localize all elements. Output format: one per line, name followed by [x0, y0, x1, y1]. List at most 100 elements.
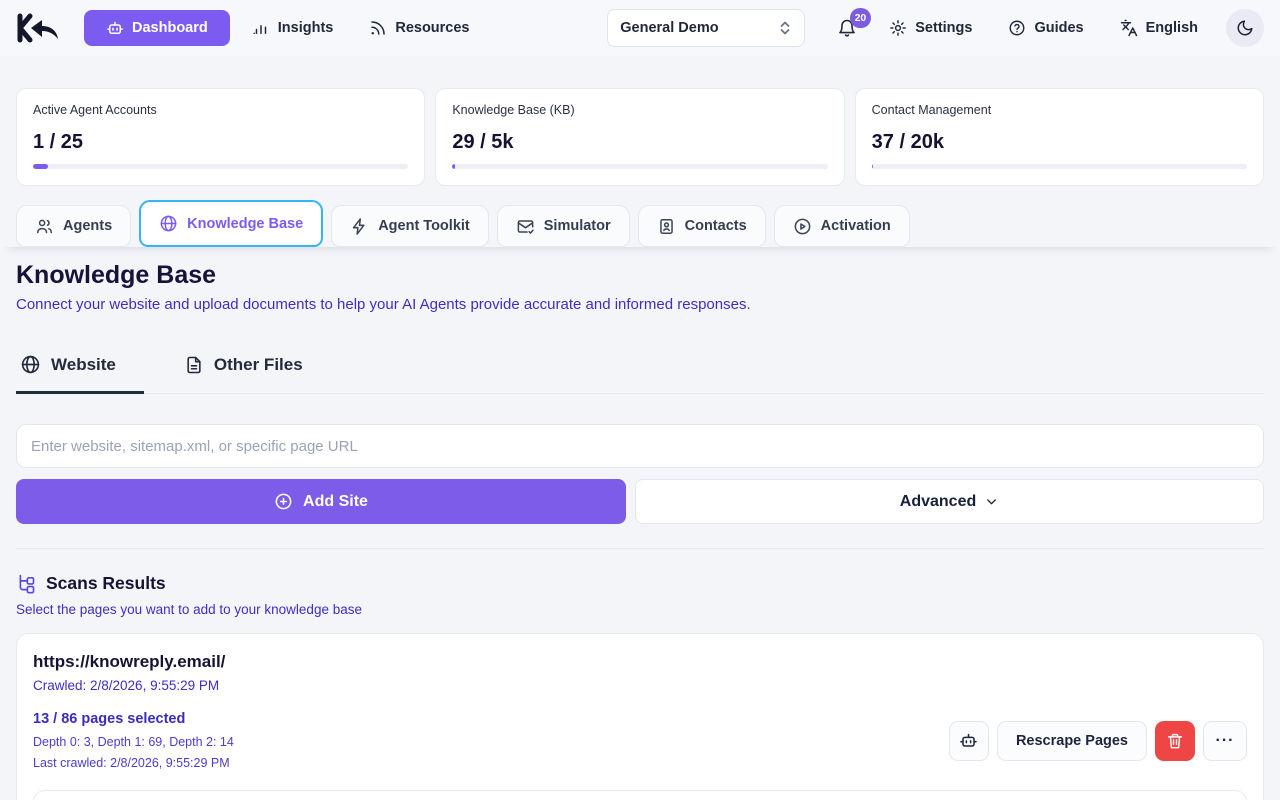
chevron-down-icon — [984, 494, 999, 509]
tab-label: Agents — [63, 218, 112, 234]
scanned-pages-panel: Transform Your No-Reply Emails with AI |… — [33, 790, 1247, 800]
advanced-label: Advanced — [900, 493, 976, 511]
tab-contacts[interactable]: Contacts — [638, 205, 766, 247]
nav-resources-label: Resources — [395, 20, 469, 36]
bar-chart-icon — [252, 19, 270, 37]
progress-track — [452, 164, 827, 169]
add-site-button[interactable]: Add Site — [16, 479, 626, 524]
stat-label: Knowledge Base (KB) — [452, 103, 827, 117]
subtab-label: Other Files — [214, 355, 303, 375]
progress-track — [33, 164, 408, 169]
site-info-row: 13 / 86 pages selected Depth 0: 3, Depth… — [33, 711, 1247, 770]
navbar: Dashboard Insights Resources General Dem… — [0, 0, 1280, 56]
subtab-website[interactable]: Website — [16, 342, 144, 394]
robot-icon — [106, 19, 124, 37]
reply-arrow-icon — [31, 20, 58, 39]
progress-fill — [452, 164, 455, 169]
mail-check-icon — [516, 217, 535, 236]
zap-icon — [350, 217, 369, 236]
nav-insights[interactable]: Insights — [238, 11, 348, 45]
site-url: https://knowreply.email/ — [33, 652, 1247, 672]
gear-icon — [889, 19, 907, 37]
main-tabs-wrap: Agents Knowledge Base Agent Toolkit — [0, 200, 1280, 247]
advanced-button[interactable]: Advanced — [635, 479, 1264, 524]
scans-results-subtitle: Select the pages you want to add to your… — [16, 602, 1264, 617]
more-options-button[interactable]: ··· — [1203, 721, 1247, 761]
nav-guides[interactable]: Guides — [994, 11, 1097, 45]
tab-agent-toolkit[interactable]: Agent Toolkit — [331, 205, 489, 247]
contact-card-icon — [657, 217, 676, 236]
tab-knowledge-base[interactable]: Knowledge Base — [139, 200, 323, 247]
help-circle-icon — [1008, 19, 1026, 37]
main-content: Knowledge Base Connect your website and … — [0, 261, 1280, 800]
nav-settings[interactable]: Settings — [875, 11, 986, 45]
app-root: Dashboard Insights Resources General Dem… — [0, 0, 1280, 800]
tab-activation[interactable]: Activation — [774, 205, 910, 247]
play-circle-icon — [793, 217, 812, 236]
scanned-site-card: https://knowreply.email/ Crawled: 2/8/20… — [16, 633, 1264, 800]
file-text-icon — [184, 355, 204, 375]
page-subtitle: Connect your website and upload document… — [16, 296, 1264, 313]
globe-icon — [159, 214, 178, 233]
chevron-up-down-icon — [778, 20, 792, 36]
workspace-select-value: General Demo — [620, 20, 718, 36]
site-selection-info: 13 / 86 pages selected Depth 0: 3, Depth… — [33, 711, 234, 770]
scans-results-header: Scans Results — [16, 573, 1264, 594]
languages-icon — [1120, 19, 1138, 37]
page-title: Knowledge Base — [16, 261, 1264, 290]
last-crawled-date: Last crawled: 2/8/2026, 9:55:29 PM — [33, 756, 234, 770]
list-tree-icon — [16, 573, 37, 594]
stat-card-agents: Active Agent Accounts 1 / 25 — [16, 88, 425, 186]
stats-row: Active Agent Accounts 1 / 25 Knowledge B… — [0, 56, 1280, 186]
progress-track — [872, 164, 1247, 169]
nav-insights-label: Insights — [278, 20, 334, 36]
tab-label: Contacts — [685, 218, 747, 234]
rescrape-pages-button[interactable]: Rescrape Pages — [997, 721, 1147, 761]
tab-agents[interactable]: Agents — [16, 205, 131, 247]
notifications-badge: 20 — [850, 8, 872, 28]
stat-label: Active Agent Accounts — [33, 103, 408, 117]
progress-fill — [872, 164, 874, 169]
stat-value: 29 / 5k — [452, 131, 827, 154]
section-divider — [16, 548, 1264, 549]
subtab-label: Website — [51, 355, 116, 375]
tab-label: Simulator — [544, 218, 611, 234]
nav-language[interactable]: English — [1106, 11, 1212, 45]
agent-assign-button[interactable] — [949, 721, 989, 761]
rss-icon — [369, 19, 387, 37]
globe-icon — [20, 354, 41, 375]
site-card-actions: Rescrape Pages ··· — [949, 721, 1247, 761]
kb-subtabs: Website Other Files — [16, 341, 1264, 394]
actions-row: Add Site Advanced — [16, 479, 1264, 524]
knowreply-logo[interactable] — [16, 13, 62, 43]
tab-simulator[interactable]: Simulator — [497, 205, 630, 247]
nav-resources[interactable]: Resources — [355, 11, 483, 45]
stat-card-kb: Knowledge Base (KB) 29 / 5k — [435, 88, 844, 186]
workspace-select[interactable]: General Demo — [607, 9, 805, 47]
depth-breakdown: Depth 0: 3, Depth 1: 69, Depth 2: 14 — [33, 735, 234, 749]
notifications-button[interactable]: 20 — [827, 12, 867, 44]
nav-settings-label: Settings — [915, 20, 972, 36]
stat-label: Contact Management — [872, 103, 1247, 117]
main-tabstrip: Agents Knowledge Base Agent Toolkit — [0, 200, 1280, 247]
tab-label: Knowledge Base — [187, 216, 303, 232]
delete-site-button[interactable] — [1155, 721, 1195, 761]
subtab-other-files[interactable]: Other Files — [180, 342, 331, 394]
add-site-label: Add Site — [303, 493, 368, 511]
pages-selected-count: 13 / 86 pages selected — [33, 711, 234, 727]
stat-value: 1 / 25 — [33, 131, 408, 154]
nav-language-label: English — [1146, 20, 1198, 36]
users-icon — [35, 217, 54, 236]
tab-label: Activation — [821, 218, 891, 234]
trash-icon — [1166, 732, 1184, 750]
website-url-input[interactable] — [16, 424, 1264, 468]
stat-card-contacts: Contact Management 37 / 20k — [855, 88, 1264, 186]
robot-icon — [959, 731, 978, 750]
dark-mode-toggle[interactable] — [1226, 9, 1264, 47]
nav-dashboard[interactable]: Dashboard — [84, 10, 230, 46]
scans-results-title: Scans Results — [46, 573, 166, 594]
nav-dashboard-label: Dashboard — [132, 20, 208, 36]
stat-value: 37 / 20k — [872, 131, 1247, 154]
moon-icon — [1236, 19, 1254, 37]
plus-circle-icon — [274, 492, 293, 511]
